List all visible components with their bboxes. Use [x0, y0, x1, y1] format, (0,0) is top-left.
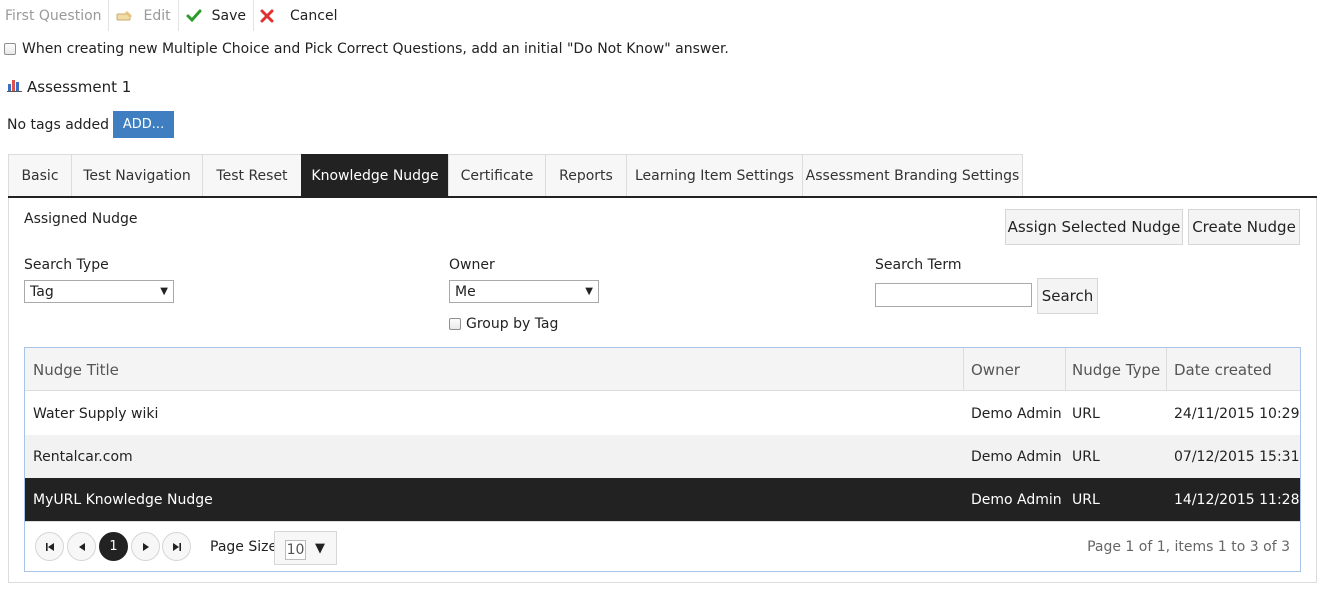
close-icon: [260, 9, 274, 23]
row-owner: Demo Admin: [971, 405, 1062, 422]
nudge-grid: Nudge Title Owner Nudge Type Date create…: [24, 347, 1301, 572]
search-term-input[interactable]: [875, 283, 1032, 307]
search-button[interactable]: Search: [1037, 278, 1098, 314]
pencil-icon: [116, 9, 134, 23]
edit-label: Edit: [143, 7, 171, 24]
first-question-label: First Question: [5, 7, 102, 24]
current-page-button[interactable]: 1: [99, 532, 128, 561]
settings-tabs: Basic Test Navigation Test Reset Knowled…: [8, 154, 1023, 197]
chevron-down-icon: ▼: [315, 541, 325, 556]
do-not-know-option: When creating new Multiple Choice and Pi…: [4, 41, 729, 57]
row-date: 14/12/2015 11:28: [1174, 491, 1300, 508]
cancel-button[interactable]: Cancel: [254, 0, 344, 31]
tab-learning-item-settings[interactable]: Learning Item Settings: [626, 154, 802, 197]
page-size-select[interactable]: 10 ▼: [274, 531, 337, 565]
row-type: URL: [1072, 448, 1100, 465]
save-button[interactable]: Save: [179, 0, 255, 31]
page-size-value: 10: [285, 540, 306, 560]
save-label: Save: [211, 7, 247, 24]
chevron-down-icon: ▼: [585, 286, 593, 297]
top-toolbar: First Question Edit Save Cancel: [0, 0, 344, 31]
previous-page-button[interactable]: [67, 532, 96, 561]
tab-test-reset[interactable]: Test Reset: [202, 154, 301, 197]
next-page-button[interactable]: [131, 532, 160, 561]
row-title: Rentalcar.com: [33, 448, 133, 465]
assign-selected-nudge-button[interactable]: Assign Selected Nudge: [1005, 209, 1183, 245]
edit-button[interactable]: Edit: [109, 0, 179, 31]
search-type-label: Search Type: [24, 257, 109, 273]
first-page-button[interactable]: [35, 532, 64, 561]
row-type: URL: [1072, 491, 1100, 508]
bar-chart-icon: [7, 78, 27, 96]
table-row[interactable]: Rentalcar.com Demo Admin URL 07/12/2015 …: [25, 435, 1300, 478]
row-title: Water Supply wiki: [33, 405, 159, 422]
chevron-down-icon: ▼: [160, 286, 168, 297]
search-type-value: Tag: [30, 283, 54, 300]
tab-basic[interactable]: Basic: [8, 154, 71, 197]
column-header-owner[interactable]: Owner: [971, 348, 1020, 391]
next-page-icon: [142, 542, 149, 551]
search-term-label: Search Term: [875, 257, 962, 273]
column-divider: [1166, 348, 1167, 391]
group-by-tag-option: Group by Tag: [449, 316, 558, 332]
search-type-select[interactable]: Tag ▼: [24, 280, 174, 303]
row-owner: Demo Admin: [971, 448, 1062, 465]
first-question-button[interactable]: First Question: [0, 0, 109, 31]
grid-header: Nudge Title Owner Nudge Type Date create…: [25, 348, 1300, 391]
cancel-label: Cancel: [290, 7, 338, 24]
last-page-icon: [172, 542, 181, 551]
column-header-date-created[interactable]: Date created: [1174, 348, 1272, 391]
page-size-label: Page Size: [210, 539, 278, 555]
tab-test-navigation[interactable]: Test Navigation: [71, 154, 202, 197]
group-by-tag-label: Group by Tag: [466, 316, 559, 332]
owner-value: Me: [455, 283, 476, 300]
last-page-button[interactable]: [162, 532, 191, 561]
assessment-header: Assessment 1: [7, 78, 131, 96]
grid-pager: 1 Page Size 10 ▼ Page 1 of 1, items 1 to…: [25, 521, 1300, 571]
owner-select[interactable]: Me ▼: [449, 280, 599, 303]
row-date: 07/12/2015 15:31: [1174, 448, 1300, 465]
group-by-tag-checkbox[interactable]: [449, 318, 461, 330]
column-divider: [963, 348, 964, 391]
no-tags-text: No tags added: [7, 116, 110, 133]
tab-assessment-branding-settings[interactable]: Assessment Branding Settings: [802, 154, 1023, 197]
table-row-selected[interactable]: MyURL Knowledge Nudge Demo Admin URL 14/…: [25, 478, 1300, 521]
add-tag-button[interactable]: ADD...: [113, 111, 175, 138]
first-page-icon: [45, 542, 54, 551]
pager-info: Page 1 of 1, items 1 to 3 of 3: [1087, 539, 1290, 555]
row-owner: Demo Admin: [971, 491, 1062, 508]
tab-reports[interactable]: Reports: [545, 154, 626, 197]
create-nudge-button[interactable]: Create Nudge: [1188, 209, 1300, 245]
assigned-nudge-label: Assigned Nudge: [24, 211, 138, 227]
previous-page-icon: [78, 542, 85, 551]
row-title: MyURL Knowledge Nudge: [33, 491, 213, 508]
tab-knowledge-nudge[interactable]: Knowledge Nudge: [301, 154, 448, 197]
owner-label: Owner: [449, 257, 495, 273]
tags-row: No tags added ADD...: [7, 111, 175, 138]
column-header-nudge-type[interactable]: Nudge Type: [1072, 348, 1160, 391]
do-not-know-label: When creating new Multiple Choice and Pi…: [22, 41, 729, 57]
row-date: 24/11/2015 10:29: [1174, 405, 1300, 422]
table-row[interactable]: Water Supply wiki Demo Admin URL 24/11/2…: [25, 392, 1300, 435]
do-not-know-checkbox[interactable]: [4, 43, 16, 55]
tab-certificate[interactable]: Certificate: [448, 154, 545, 197]
check-icon: [186, 9, 202, 23]
row-type: URL: [1072, 405, 1100, 422]
column-divider: [1065, 348, 1066, 391]
column-header-nudge-title[interactable]: Nudge Title: [33, 348, 119, 391]
assessment-title: Assessment 1: [27, 78, 132, 96]
